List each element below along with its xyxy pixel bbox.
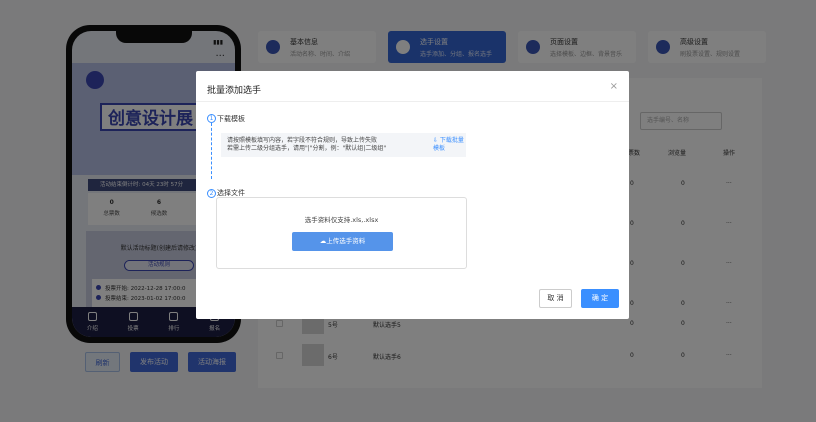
dialog-divider — [196, 101, 629, 102]
template-tip: 请按照模板填写内容，若字段不符合规则，导致上传失败 若需上传二级分组选手，请用"… — [221, 133, 466, 157]
batch-add-dialog: 批量添加选手 × 1 下载模板 请按照模板填写内容，若字段不符合规则，导致上传失… — [196, 71, 629, 319]
upload-area[interactable]: 选手资料仅支持.xls,.xlsx ☁上传选手资料 — [216, 197, 467, 269]
step-connector — [211, 123, 212, 179]
confirm-button[interactable]: 确 定 — [581, 289, 619, 308]
tip-line-2: 若需上传二级分组选手，请用"|"分割，例："默认组|二级组" — [227, 145, 387, 152]
step-two-badge: 2 — [207, 189, 216, 198]
tip-line-1: 请按照模板填写内容，若字段不符合规则，导致上传失败 — [227, 137, 378, 144]
cancel-button[interactable]: 取 消 — [539, 289, 572, 308]
step-one-badge: 1 — [207, 114, 216, 123]
dialog-title: 批量添加选手 — [207, 86, 262, 96]
upload-button[interactable]: ☁上传选手资料 — [292, 232, 393, 251]
upload-hint: 选手资料仅支持.xls,.xlsx — [304, 216, 379, 224]
download-template-link[interactable]: ⇩ 下载批量模板 — [433, 137, 466, 153]
close-icon[interactable]: × — [610, 81, 618, 92]
step-download-label: 下载模板 — [217, 115, 245, 123]
